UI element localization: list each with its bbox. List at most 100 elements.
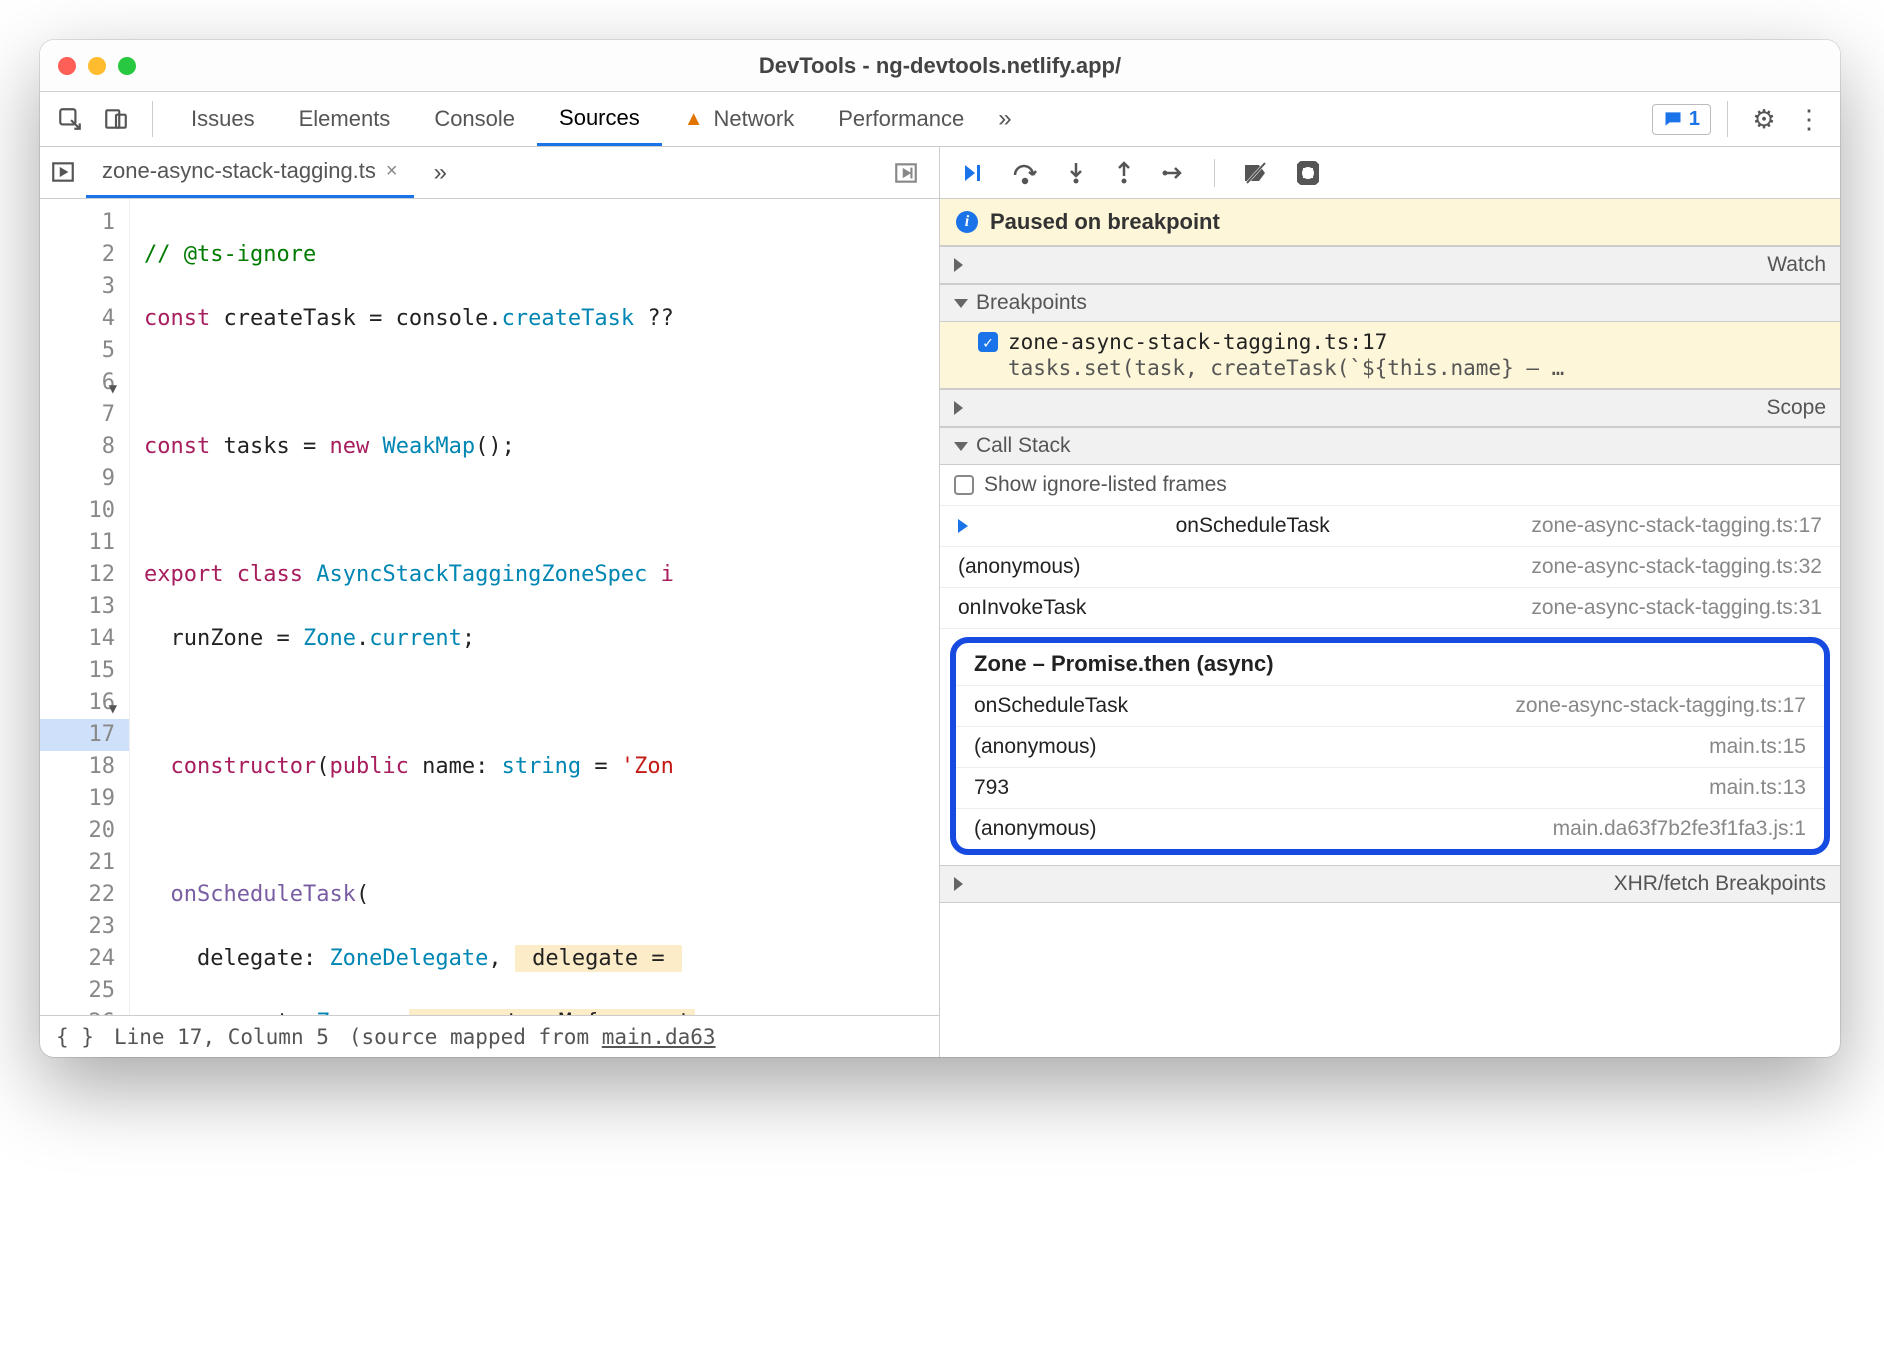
messages-button[interactable]: 1 <box>1652 104 1711 135</box>
device-toggle-icon[interactable] <box>96 99 136 139</box>
tab-label: Issues <box>191 106 255 132</box>
breakpoint-code: tasks.set(task, createTask(`${this.name}… <box>978 356 1826 380</box>
tab-console[interactable]: Console <box>412 92 537 146</box>
sourcemap-link[interactable]: main.da63 <box>602 1025 716 1049</box>
tab-performance[interactable]: Performance <box>816 92 986 146</box>
window-title: DevTools - ng-devtools.netlify.app/ <box>40 53 1840 79</box>
inspect-icon[interactable] <box>50 99 90 139</box>
t <box>369 434 382 459</box>
tab-label: Performance <box>838 106 964 132</box>
stack-frame[interactable]: (anonymous) main.ts:15 <box>956 727 1824 768</box>
tab-network[interactable]: ▲Network <box>662 92 816 146</box>
cursor-position: Line 17, Column 5 <box>114 1025 329 1049</box>
pretty-print-icon[interactable]: { } <box>56 1025 94 1049</box>
frame-location: zone-async-stack-tagging.ts:17 <box>1515 694 1806 718</box>
panel-tabs: Issues Elements Console Sources ▲Network… <box>169 92 1024 146</box>
close-tab-icon[interactable]: × <box>386 160 398 183</box>
sourcemap-info: (source mapped from main.da63 <box>349 1025 716 1049</box>
section-scope[interactable]: Scope <box>940 389 1840 427</box>
checkbox-checked-icon[interactable]: ✓ <box>978 332 998 352</box>
t: constructor <box>171 754 317 779</box>
navigator-toggle-icon[interactable] <box>50 159 78 187</box>
t: tasks = <box>210 434 329 459</box>
t: ( <box>356 882 369 907</box>
breakpoint-location: zone-async-stack-tagging.ts:17 <box>1008 330 1387 354</box>
t: AsyncStackTaggingZoneSpec <box>316 562 647 587</box>
checkbox-icon[interactable] <box>954 475 974 495</box>
resume-icon[interactable] <box>960 161 984 185</box>
divider <box>1727 101 1728 137</box>
zoom-icon[interactable] <box>118 57 136 75</box>
tabs-overflow-icon[interactable]: » <box>986 105 1023 133</box>
t: current <box>369 626 462 651</box>
stack-frame[interactable]: (anonymous) zone-async-stack-tagging.ts:… <box>940 547 1840 588</box>
file-tabs-overflow-icon[interactable]: » <box>422 159 459 187</box>
section-watch[interactable]: Watch <box>940 246 1840 284</box>
minimize-icon[interactable] <box>88 57 106 75</box>
file-tabbar: zone-async-stack-tagging.ts × » <box>40 147 939 199</box>
async-group-label: Zone – Promise.then (async) <box>956 643 1824 686</box>
file-tab[interactable]: zone-async-stack-tagging.ts × <box>86 147 414 198</box>
frame-location: main.ts:13 <box>1709 776 1806 800</box>
tab-label: Elements <box>299 106 391 132</box>
stack-frame[interactable]: onInvokeTask zone-async-stack-tagging.ts… <box>940 588 1840 629</box>
main-tabbar: Issues Elements Console Sources ▲Network… <box>40 92 1840 147</box>
section-breakpoints[interactable]: Breakpoints <box>940 284 1840 322</box>
stack-frame[interactable]: 793 main.ts:13 <box>956 768 1824 809</box>
step-into-icon[interactable] <box>1066 161 1086 185</box>
filename: zone-async-stack-tagging.ts <box>102 158 376 184</box>
stack-frame[interactable]: onScheduleTask zone-async-stack-tagging.… <box>956 686 1824 727</box>
t: string <box>502 754 581 779</box>
t: i <box>647 562 674 587</box>
step-over-icon[interactable] <box>1012 161 1038 185</box>
frame-name: 793 <box>974 776 1009 800</box>
code-editor[interactable]: 12345 6▼78910 1112131415 16▼17181920 212… <box>40 199 939 1015</box>
debugger-toggle-icon[interactable] <box>883 160 929 186</box>
frame-location: main.da63f7b2fe3f1fa3.js:1 <box>1553 817 1806 841</box>
step-icon[interactable] <box>1162 161 1186 185</box>
label: Call Stack <box>976 434 1071 458</box>
tab-sources[interactable]: Sources <box>537 92 662 146</box>
divider <box>1214 159 1215 187</box>
t: , <box>488 946 501 971</box>
deactivate-breakpoints-icon[interactable] <box>1243 161 1269 185</box>
t: = <box>581 754 621 779</box>
code: // @ts-ignore const createTask = console… <box>130 199 939 1015</box>
frame-name: onScheduleTask <box>974 694 1128 718</box>
stack-frame[interactable]: onScheduleTask zone-async-stack-tagging.… <box>940 506 1840 547</box>
banner-text: Paused on breakpoint <box>990 209 1220 235</box>
section-xhr[interactable]: XHR/fetch Breakpoints <box>940 865 1840 903</box>
tab-issues[interactable]: Issues <box>169 92 277 146</box>
t: delegate: <box>144 946 329 971</box>
step-out-icon[interactable] <box>1114 161 1134 185</box>
stack-frame[interactable]: (anonymous) main.da63f7b2fe3f1fa3.js:1 <box>956 809 1824 849</box>
t: new <box>329 434 369 459</box>
frame-location: zone-async-stack-tagging.ts:31 <box>1531 596 1822 620</box>
settings-icon[interactable]: ⚙ <box>1744 99 1784 139</box>
t: const <box>144 306 210 331</box>
t: const <box>144 434 210 459</box>
t: createTask = console. <box>210 306 501 331</box>
source-panel: zone-async-stack-tagging.ts × » 12345 6▼… <box>40 147 940 1057</box>
t: name: <box>409 754 502 779</box>
show-ignored-checkbox[interactable]: Show ignore-listed frames <box>940 465 1840 506</box>
section-callstack[interactable]: Call Stack <box>940 427 1840 465</box>
t: ?? <box>634 306 674 331</box>
t <box>223 562 236 587</box>
close-icon[interactable] <box>58 57 76 75</box>
frame-location: zone-async-stack-tagging.ts:17 <box>1531 514 1822 538</box>
label: XHR/fetch Breakpoints <box>1614 872 1826 896</box>
more-icon[interactable]: ⋮ <box>1790 99 1830 139</box>
glyph: » <box>434 159 447 186</box>
breakpoint-entry[interactable]: ✓ zone-async-stack-tagging.ts:17 tasks.s… <box>940 322 1840 389</box>
tab-elements[interactable]: Elements <box>277 92 413 146</box>
t: (); <box>475 434 515 459</box>
t: public <box>329 754 408 779</box>
label: Breakpoints <box>976 291 1087 315</box>
gutter: 12345 6▼78910 1112131415 16▼17181920 212… <box>40 199 130 1015</box>
pause-exceptions-icon[interactable] <box>1297 161 1319 185</box>
t: WeakMap <box>382 434 475 459</box>
t: . <box>356 626 369 651</box>
frame-name: onScheduleTask <box>1176 514 1330 538</box>
content: zone-async-stack-tagging.ts × » 12345 6▼… <box>40 147 1840 1057</box>
